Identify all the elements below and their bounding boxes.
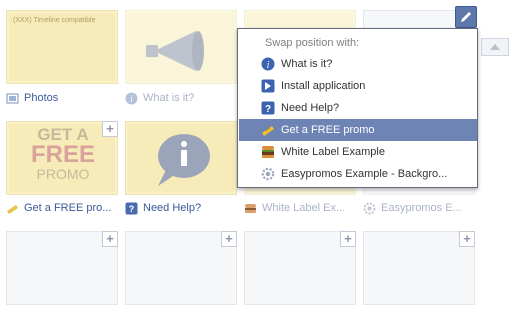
menu-header: Swap position with: (265, 37, 360, 49)
menu-item-easypromos-example[interactable]: Easypromos Example - Backgro... (239, 163, 477, 185)
info-icon: i (261, 57, 275, 71)
caption-white-label-label: White Label Ex... (262, 202, 346, 214)
photos-icon (6, 93, 19, 103)
tile-photos[interactable]: (XXX) Timeline compatible (6, 10, 118, 84)
add-tab-button[interactable]: + (102, 121, 118, 137)
caption-need-help[interactable]: ? Need Help? (125, 200, 201, 216)
menu-item-what-is-it[interactable]: i What is it? (239, 53, 477, 75)
burger-icon (245, 203, 256, 213)
add-tab-button[interactable]: + (340, 231, 356, 247)
caption-get-free-promo-label: Get a FREE pro... (24, 202, 112, 214)
install-icon (261, 79, 275, 93)
caption-what-is-it-label: What is it? (143, 92, 195, 104)
promo-line3: PROMO (36, 166, 90, 182)
menu-item-label: What is it? (281, 58, 333, 70)
promo-line2: FREE (30, 141, 95, 168)
tile-need-help[interactable] (125, 121, 237, 195)
tile-what-is-it[interactable] (125, 10, 237, 84)
help-icon: ? (261, 101, 275, 115)
caption-photos-label: Photos (24, 92, 59, 104)
menu-item-white-label-example[interactable]: White Label Example (239, 141, 477, 163)
caption-photos[interactable]: Photos (6, 90, 58, 106)
megaphone-icon (146, 31, 204, 71)
caption-easypromos[interactable]: Easypromos E... (363, 200, 462, 216)
menu-item-get-free-promo[interactable]: Get a FREE promo (239, 119, 477, 141)
caption-white-label[interactable]: White Label Ex... (244, 200, 345, 216)
svg-text:i: i (267, 60, 270, 71)
menu-item-need-help[interactable]: ? Need Help? (239, 97, 477, 119)
pencil-icon (461, 12, 471, 22)
menu-item-label: Need Help? (281, 102, 340, 114)
menu-item-label: White Label Example (281, 146, 385, 158)
edit-tab-button[interactable] (455, 6, 477, 28)
add-tab-button[interactable]: + (102, 231, 118, 247)
swap-position-menu: Swap position with: i What is it? Instal… (237, 28, 478, 188)
ticket-icon (7, 204, 18, 214)
gear-icon (261, 167, 275, 181)
tile-small-text: (XXX) Timeline compatible (13, 17, 96, 24)
burger-icon (262, 146, 274, 158)
caption-need-help-label: Need Help? (143, 202, 202, 214)
menu-item-label: Get a FREE promo (281, 124, 375, 136)
svg-text:?: ? (129, 204, 135, 214)
menu-item-label: Install application (281, 80, 366, 92)
caption-easypromos-label: Easypromos E... (381, 202, 462, 214)
svg-text:?: ? (265, 104, 271, 115)
menu-item-label: Easypromos Example - Backgro... (281, 168, 448, 180)
caption-what-is-it[interactable]: i What is it? (125, 90, 194, 106)
info-icon: i (125, 92, 138, 104)
menu-item-install-application[interactable]: Install application (239, 75, 477, 97)
chevron-up-icon (490, 44, 500, 50)
caption-get-free-promo[interactable]: Get a FREE pro... (6, 200, 111, 216)
gear-icon (363, 202, 376, 214)
add-tab-button[interactable]: + (459, 231, 475, 247)
info-bubble-icon (158, 134, 210, 186)
help-icon: ? (125, 202, 138, 214)
scroll-up-button[interactable] (481, 38, 509, 56)
add-tab-button[interactable]: + (221, 231, 237, 247)
ticket-icon (262, 126, 274, 136)
